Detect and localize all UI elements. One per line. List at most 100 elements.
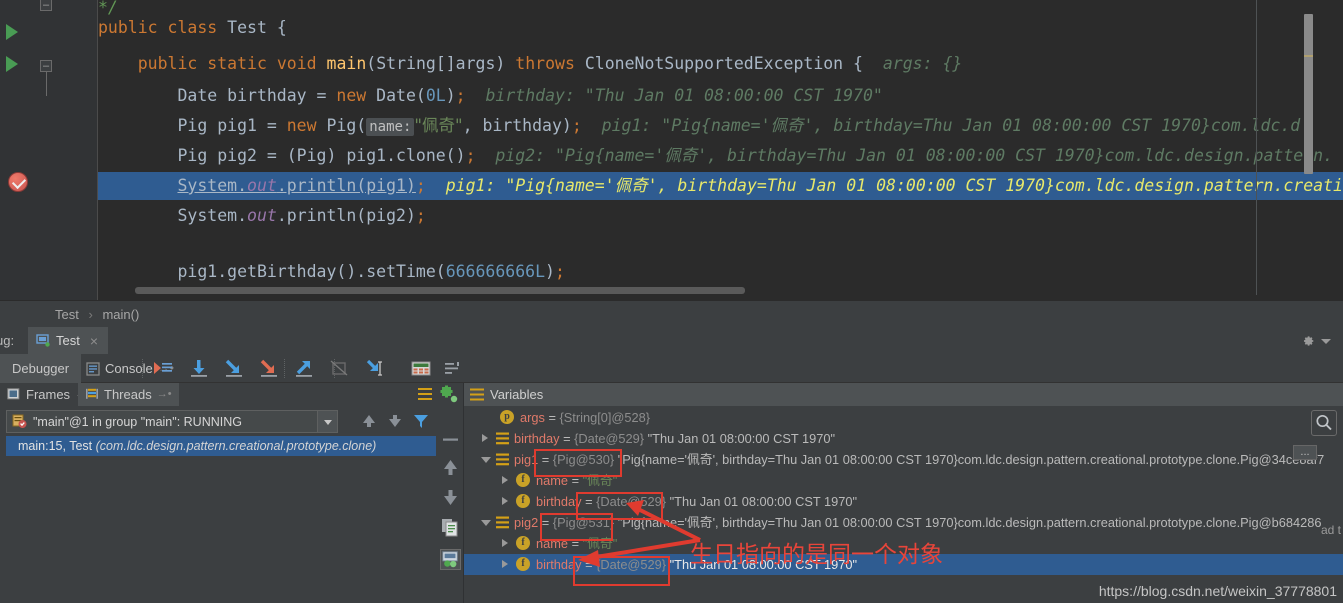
load-more-text[interactable]: ad t [1321,523,1341,537]
remove-watch-icon[interactable] [440,429,461,450]
settings-gear-icon[interactable] [1301,334,1315,348]
annotation-box-pig2-birthday-ref [573,556,670,586]
variable-row-args[interactable]: p args = {String[0]@528} [482,407,650,428]
move-up-icon[interactable] [440,457,461,478]
layout-settings-icon[interactable] [442,358,464,379]
variable-equals: = [559,431,575,446]
code-line-5[interactable]: Pig pig2 = (Pig) pig1.clone(); pig2: "Pi… [98,142,1343,170]
inspect-object-icon[interactable] [440,549,461,570]
variable-value: "Thu Jan 01 08:00:00 CST 1970" [644,431,836,446]
frames-menu-icon[interactable] [418,388,432,400]
chevron-down-icon[interactable] [1321,339,1331,344]
expand-arrow-icon[interactable] [502,539,508,547]
step-into-icon[interactable] [223,358,245,379]
variables-more-button[interactable]: ... [1293,445,1317,460]
copy-value-icon[interactable] [440,517,461,538]
object-icon [496,453,509,466]
breadcrumb-class[interactable]: Test [55,307,79,322]
inline-hint-pig2: pig2: "Pig{name='佩奇', birthday=Thu Jan 0… [495,146,1334,165]
frames-up-button[interactable] [360,412,378,430]
frames-header: Frames →• Threads →• [0,383,436,406]
inline-hint-birthday: birthday: "Thu Jan 01 08:00:00 CST 1970" [485,86,883,105]
string-literal-peiqi: "佩奇" [414,116,463,135]
code-line-2[interactable]: public static void main(String[]args) th… [98,50,1343,78]
fold-marker-comment[interactable]: – [40,0,52,11]
inline-hint-args: args: {} [882,54,963,73]
variable-ref: {String[0]@528} [559,410,651,425]
editor-vertical-scrollbar[interactable] [1304,14,1313,174]
editor-gutter[interactable] [0,0,36,300]
param-badge-icon: p [500,410,514,424]
debugger-toolbar: Debugger Console →• [0,354,1343,383]
code-line-7[interactable]: System.out.println(pig2); [98,202,1343,230]
breadcrumb[interactable]: Test › main() [0,300,1343,327]
frames-icon [7,388,20,400]
field-badge-icon: f [516,473,530,487]
collapse-arrow-icon[interactable] [481,520,491,526]
frames-down-button[interactable] [386,412,404,430]
editor-fold-gutter[interactable] [36,0,98,300]
search-icon [1316,414,1332,431]
code-line-3[interactable]: Date birthday = new Date(0L); birthday: … [98,82,1343,110]
stack-frame-location: main:15, Test [18,439,93,453]
variable-row-birthday[interactable]: birthday = {Date@529} "Thu Jan 01 08:00:… [464,428,835,449]
thread-dropdown-arrow[interactable] [317,411,337,432]
run-class-icon[interactable] [6,24,18,40]
fold-marker-method[interactable]: – [40,60,52,72]
evaluate-expression-icon[interactable] [410,358,432,379]
variable-value: "Pig{name='佩奇', birthday=Thu Jan 01 08:0… [614,515,1322,530]
breadcrumb-method[interactable]: main() [102,307,139,322]
annotation-box-pig1-ref [534,449,622,477]
tab-console-label: Console [105,361,153,376]
date-literal: 0L [425,86,446,105]
variable-equals: = [544,410,560,425]
code-line-8[interactable]: pig1.getBirthday().setTime(666666666L); [98,258,1343,286]
variables-icon [470,388,484,401]
pin-icon[interactable]: →• [157,383,172,406]
breakpoint-icon[interactable] [8,172,28,192]
code-line-4[interactable]: Pig pig1 = new Pig(name: "佩奇", birthday);… [98,112,1343,140]
thread-selector[interactable]: "main"@1 in group "main": RUNNING [6,410,338,433]
fold-line [46,72,47,96]
force-step-into-icon[interactable] [258,358,280,379]
tab-threads[interactable]: Threads →• [78,383,179,406]
expand-arrow-icon[interactable] [502,560,508,568]
code-line-6-current[interactable]: System.out.println(pig1); pig1: "Pig{nam… [98,172,1343,200]
step-over-icon[interactable] [188,358,210,379]
close-tab-icon[interactable]: × [90,333,98,349]
stack-frame-package: (com.ldc.design.pattern.creational.proto… [95,439,377,453]
inline-hint-pig1-current: pig1: "Pig{name='佩奇', birthday=Thu Jan 0… [445,176,1343,195]
collapse-arrow-icon[interactable] [481,457,491,463]
field-badge-icon: f [516,536,530,550]
frames-filter-button[interactable] [412,412,430,430]
show-execution-point-icon[interactable] [152,358,174,379]
variables-header: Variables [464,383,1343,406]
annotation-label: 生日指向的是同一个对象 [690,542,943,568]
code-line-1[interactable]: public class Test { [98,14,1343,42]
code-text-area[interactable]: */ public class Test { public static voi… [98,0,1343,300]
stack-frame-row[interactable]: main:15, Test (com.ldc.design.pattern.cr… [6,436,436,456]
variable-value: "Pig{name='佩奇', birthday=Thu Jan 01 08:0… [614,452,1325,467]
run-config-name: Test [56,333,80,348]
drop-frame-icon [328,358,350,379]
debug-tool-window: ug: Test × Debugger [0,327,1343,603]
variable-name: birthday [514,431,560,446]
tab-debugger[interactable]: Debugger [0,354,82,383]
tab-threads-label: Threads [104,387,152,402]
run-to-cursor-icon[interactable] [364,358,386,379]
settime-literal: 666666666L [445,262,546,281]
code-editor[interactable]: – – */ public class Test { public static… [0,0,1343,300]
move-down-icon[interactable] [440,487,461,508]
debug-window-label: ug: [0,333,15,348]
editor-horizontal-scrollbar[interactable] [135,287,745,294]
expand-arrow-icon[interactable] [502,476,508,484]
step-out-icon[interactable] [293,358,315,379]
run-method-icon[interactable] [6,56,18,72]
run-configuration-tab[interactable]: Test × [28,327,109,354]
add-watch-icon[interactable] [440,385,461,406]
variables-search-button[interactable] [1311,410,1337,436]
expand-arrow-icon[interactable] [502,497,508,505]
toolbar-separator [284,359,285,378]
variable-value: "Thu Jan 01 08:00:00 CST 1970" [666,494,858,509]
expand-arrow-icon[interactable] [482,434,488,442]
